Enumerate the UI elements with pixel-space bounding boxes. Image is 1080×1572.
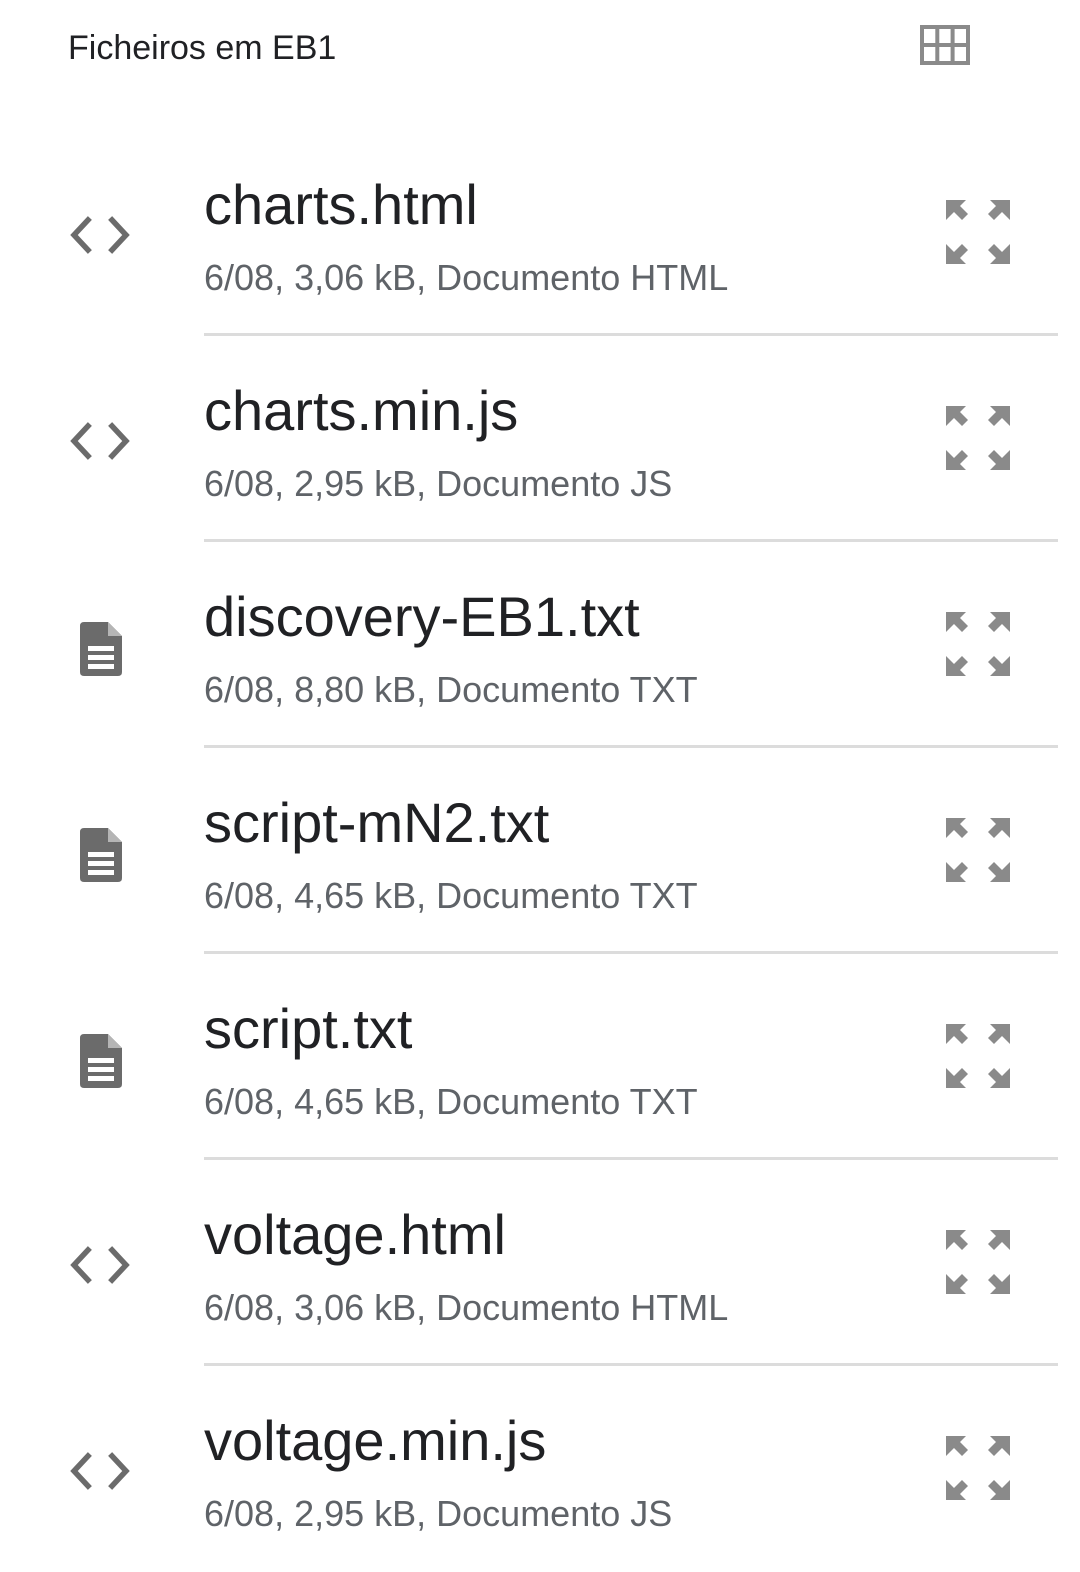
file-meta: 6/08, 4,65 kB, Documento TXT [204, 1081, 698, 1122]
file-name: charts.min.js [204, 379, 519, 442]
expand-icon[interactable] [940, 814, 1016, 886]
file-row[interactable]: script.txt 6/08, 4,65 kB, Documento TXT [0, 954, 1080, 1160]
file-name: charts.html [204, 173, 478, 236]
file-row[interactable]: discovery-EB1.txt 6/08, 8,80 kB, Documen… [0, 542, 1080, 748]
code-icon [66, 408, 136, 478]
app-header: Ficheiros em EB1 [0, 0, 1080, 96]
page-title: Ficheiros em EB1 [68, 29, 337, 67]
file-row[interactable]: charts.html 6/08, 3,06 kB, Documento HTM… [0, 130, 1080, 336]
expand-icon[interactable] [940, 1226, 1016, 1298]
file-meta: 6/08, 2,95 kB, Documento JS [204, 1493, 673, 1534]
file-list: charts.html 6/08, 3,06 kB, Documento HTM… [0, 130, 1080, 1572]
file-meta: 6/08, 4,65 kB, Documento TXT [204, 875, 698, 916]
file-meta: 6/08, 8,80 kB, Documento TXT [204, 669, 698, 710]
file-meta: 6/08, 3,06 kB, Documento HTML [204, 1287, 729, 1328]
file-name: discovery-EB1.txt [204, 585, 640, 648]
file-row[interactable]: voltage.html 6/08, 3,06 kB, Documento HT… [0, 1160, 1080, 1366]
document-icon [66, 614, 136, 684]
document-icon [66, 820, 136, 890]
code-icon [66, 1438, 136, 1508]
expand-icon[interactable] [940, 1020, 1016, 1092]
file-meta: 6/08, 2,95 kB, Documento JS [204, 463, 673, 504]
document-icon [66, 1026, 136, 1096]
file-name: voltage.min.js [204, 1409, 547, 1472]
code-icon [66, 202, 136, 272]
file-row[interactable]: script-mN2.txt 6/08, 4,65 kB, Documento … [0, 748, 1080, 954]
file-name: script-mN2.txt [204, 791, 550, 854]
code-icon [66, 1232, 136, 1302]
expand-icon[interactable] [940, 402, 1016, 474]
grid-view-icon[interactable] [918, 24, 972, 66]
expand-icon[interactable] [940, 1432, 1016, 1504]
file-row[interactable]: voltage.min.js 6/08, 2,95 kB, Documento … [0, 1366, 1080, 1572]
file-row[interactable]: charts.min.js 6/08, 2,95 kB, Documento J… [0, 336, 1080, 542]
file-name: voltage.html [204, 1203, 506, 1266]
expand-icon[interactable] [940, 196, 1016, 268]
file-meta: 6/08, 3,06 kB, Documento HTML [204, 257, 729, 298]
file-name: script.txt [204, 997, 413, 1060]
expand-icon[interactable] [940, 608, 1016, 680]
